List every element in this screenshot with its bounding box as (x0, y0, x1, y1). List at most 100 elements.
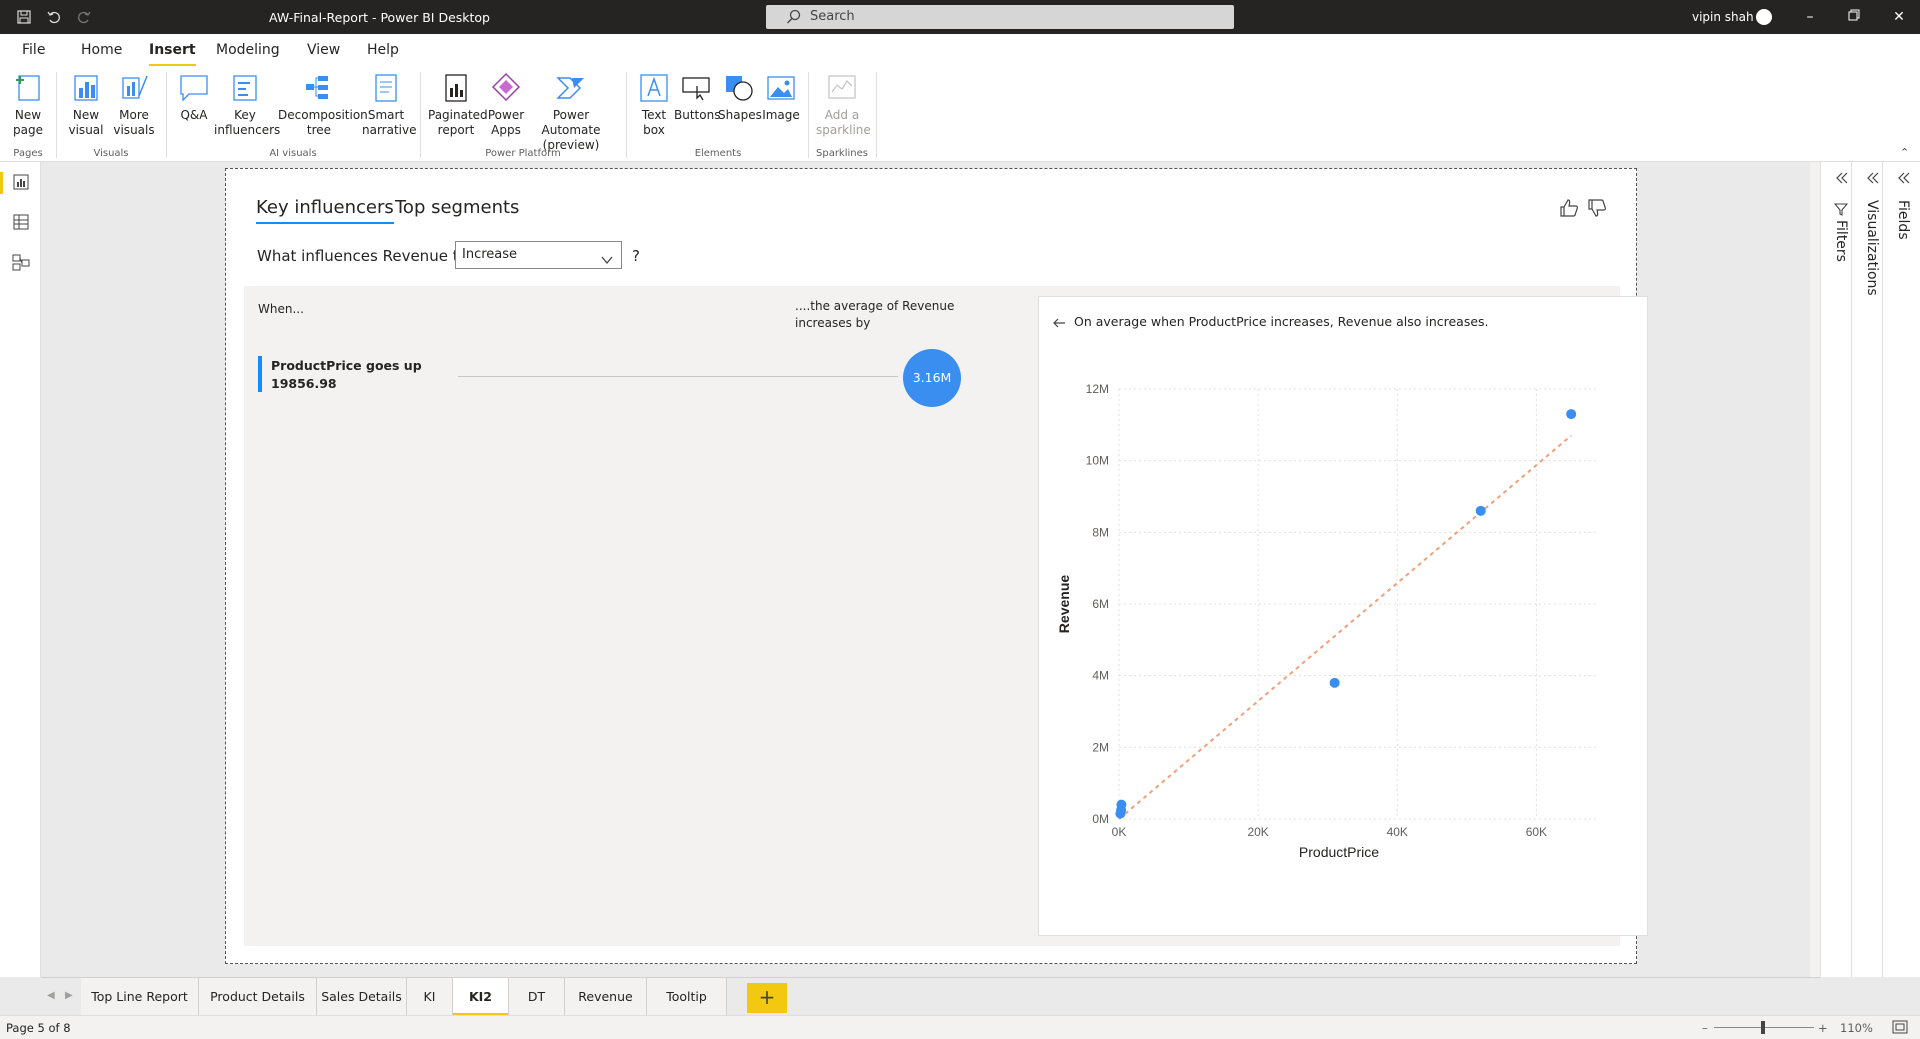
more-visuals-button[interactable]: More visuals (112, 70, 156, 138)
group-power-platform: Power Platform (485, 148, 561, 159)
group-divider (626, 72, 627, 158)
menu-modeling[interactable]: Modeling (216, 42, 280, 58)
power-automate-icon (556, 77, 584, 99)
shapes-button[interactable]: Shapes (718, 70, 762, 123)
more-visuals-icon (122, 75, 148, 99)
undo-icon[interactable] (46, 9, 62, 25)
tab-top-segments[interactable]: Top segments (395, 197, 519, 218)
scroll-right-icon[interactable]: ▶ (65, 990, 73, 1001)
canvas-scrollbar[interactable] (1810, 162, 1820, 977)
report-view-icon[interactable] (11, 172, 31, 192)
zoom-slider-thumb[interactable] (1761, 1021, 1765, 1034)
buttons-button[interactable]: Buttons (674, 70, 721, 123)
y-tick-label: 12M (1086, 382, 1109, 396)
group-divider (876, 72, 877, 158)
close-icon[interactable]: ✕ (1890, 8, 1908, 26)
influencer-text: ProductPrice goes up (271, 358, 422, 373)
add-sparkline-label: Add a sparkline (816, 108, 871, 137)
power-apps-button[interactable]: Power Apps (486, 70, 526, 138)
page-tab-sales-details[interactable]: Sales Details (317, 978, 407, 1016)
key-influencers-button[interactable]: Key influencers (214, 70, 280, 138)
expand-filters-icon[interactable] (1833, 170, 1849, 186)
x-axis-title: ProductPrice (1299, 844, 1379, 860)
text-box-button[interactable]: Text box (636, 70, 672, 138)
search-box[interactable]: Search (766, 5, 1234, 29)
group-divider (56, 72, 57, 158)
chevron-down-icon (601, 250, 613, 265)
qa-button[interactable]: Q&A (176, 70, 212, 123)
y-tick-label: 8M (1092, 525, 1109, 539)
zoom-out-button[interactable]: – (1702, 1021, 1708, 1035)
search-icon (786, 9, 802, 25)
power-automate-button[interactable]: Power Automate (preview) (526, 70, 616, 153)
redo-icon[interactable] (76, 9, 92, 25)
smart-narrative-button[interactable]: Smart narrative (362, 70, 417, 138)
avatar[interactable] (1756, 9, 1772, 25)
menu-home[interactable]: Home (81, 42, 122, 58)
tab-key-influencers[interactable]: Key influencers (256, 197, 394, 224)
add-page-button[interactable]: + (747, 983, 787, 1013)
visualizations-pane-label[interactable]: Visualizations (1864, 200, 1880, 296)
page-tab-ki[interactable]: KI (407, 978, 453, 1016)
add-sparkline-button[interactable]: Add a sparkline (816, 70, 871, 138)
menu-file[interactable]: File (22, 42, 45, 58)
decomposition-tree-button[interactable]: Decomposition tree (278, 70, 368, 138)
image-button[interactable]: Image (762, 70, 800, 123)
status-bar: Page 5 of 8 – + 110% (0, 1015, 1920, 1039)
menu-insert[interactable]: Insert (149, 42, 196, 67)
y-axis-title: Revenue (1056, 575, 1072, 634)
expand-visualizations-icon[interactable] (1864, 170, 1880, 186)
scroll-left-icon[interactable]: ◀ (47, 990, 55, 1001)
ribbon: New page New visual More visuals Q&A Key… (0, 66, 1920, 162)
back-arrow-icon[interactable] (1051, 315, 1067, 331)
model-view-icon[interactable] (11, 252, 31, 272)
x-tick-label: 20K (1247, 825, 1268, 839)
menu-help[interactable]: Help (367, 42, 399, 58)
paginated-report-button[interactable]: Paginated report (428, 70, 488, 138)
expand-fields-icon[interactable] (1895, 170, 1911, 186)
buttons-label: Buttons (674, 108, 721, 122)
more-visuals-label: More visuals (113, 108, 155, 137)
fit-to-page-icon[interactable] (1892, 1020, 1908, 1034)
title-bar: AW-Final-Report - Power BI Desktop Searc… (0, 0, 1920, 34)
thumbs-up-icon[interactable] (1558, 197, 1580, 219)
y-tick-label: 4M (1092, 669, 1109, 683)
window-title: AW-Final-Report - Power BI Desktop (269, 10, 490, 25)
page-tab-tooltip[interactable]: Tooltip (647, 978, 727, 1016)
influencer-threshold: 19856.98 (271, 376, 337, 391)
filters-pane-label[interactable]: Filters (1833, 220, 1849, 262)
new-visual-icon (74, 75, 98, 101)
restore-icon[interactable] (1845, 8, 1863, 26)
influencer-value-bubble[interactable]: 3.16M (903, 349, 961, 407)
smart-narrative-label: Smart narrative (362, 108, 417, 137)
x-tick-label: 40K (1387, 825, 1408, 839)
active-view-indicator (0, 172, 3, 194)
zoom-in-button[interactable]: + (1818, 1021, 1828, 1035)
fields-pane-label[interactable]: Fields (1895, 200, 1911, 240)
menu-bar: File Home Insert Modeling View Help (0, 34, 1920, 67)
zoom-level[interactable]: 110% (1840, 1021, 1873, 1035)
page-tab-product-details[interactable]: Product Details (199, 978, 317, 1016)
thumbs-down-icon[interactable] (1586, 197, 1608, 219)
pane-divider (1851, 162, 1852, 977)
save-icon[interactable] (16, 9, 32, 25)
minimize-icon[interactable]: – (1801, 8, 1819, 26)
new-page-button[interactable]: New page (8, 70, 48, 138)
page-tab-ki2[interactable]: KI2 (453, 978, 509, 1016)
collapse-ribbon-icon[interactable]: ⌃ (1900, 146, 1909, 159)
smart-narrative-icon (375, 74, 397, 102)
data-view-icon[interactable] (11, 212, 31, 232)
page-tab-top-line-report[interactable]: Top Line Report (81, 978, 199, 1016)
user-name[interactable]: vipin shah (1692, 10, 1754, 24)
decomposition-tree-icon (306, 76, 328, 99)
menu-view[interactable]: View (307, 42, 340, 58)
paginated-report-icon (445, 74, 467, 102)
page-tab-revenue[interactable]: Revenue (565, 978, 647, 1016)
power-apps-icon (491, 72, 521, 102)
new-visual-button[interactable]: New visual (66, 70, 106, 138)
influence-direction-dropdown[interactable]: Increase (455, 241, 622, 269)
y-tick-label: 6M (1092, 597, 1109, 611)
group-divider (166, 72, 167, 158)
page-tab-dt[interactable]: DT (509, 978, 565, 1016)
key-influencers-visual[interactable]: Key influencers Top segments What influe… (225, 168, 1648, 964)
